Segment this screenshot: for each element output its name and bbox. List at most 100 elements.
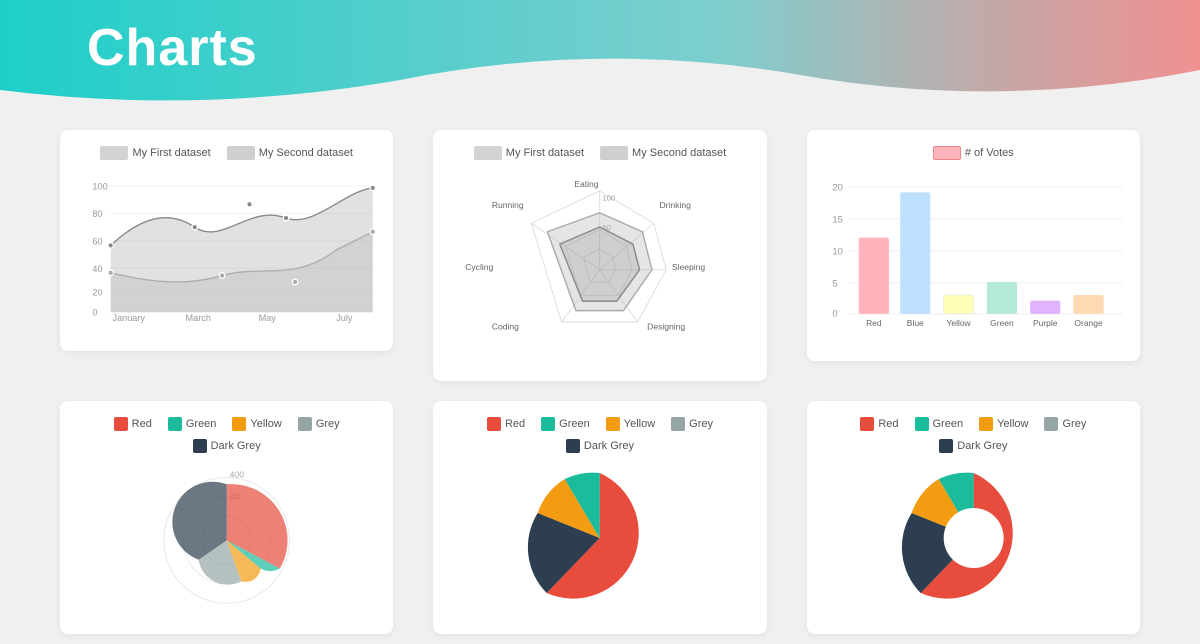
top-charts-row: My First dataset My Second dataset 100 8…: [60, 130, 1140, 381]
svg-text:Cycling: Cycling: [466, 262, 494, 272]
svg-text:July: July: [336, 313, 353, 323]
bar-chart-svg: 20 15 10 5 0 Red Blue Yello: [823, 170, 1124, 340]
pie-dot-grey: [671, 417, 685, 431]
radar-legend-label-2: My Second dataset: [632, 147, 726, 159]
bar-chart-legend: # of Votes: [823, 146, 1124, 160]
donut-label-grey: Grey: [1062, 418, 1086, 430]
polar-legend-yellow: Yellow: [232, 417, 281, 431]
polar-dot-yellow: [232, 417, 246, 431]
svg-text:Blue: Blue: [906, 318, 923, 328]
pie-legend-grey: Grey: [671, 417, 713, 431]
svg-text:0: 0: [92, 308, 97, 318]
donut-chart-svg: [823, 463, 1124, 613]
pie-chart-container: Red Green Yellow Grey Dark Grey: [433, 401, 766, 634]
svg-text:Purple: Purple: [1033, 318, 1058, 328]
polar-dot-darkgrey: [193, 439, 207, 453]
svg-text:Sleeping: Sleeping: [672, 262, 706, 272]
donut-dot-red: [860, 417, 874, 431]
svg-text:20: 20: [92, 288, 102, 298]
polar-dot-red: [114, 417, 128, 431]
svg-text:80: 80: [92, 209, 102, 219]
bar-legend-color: [933, 146, 961, 160]
pie-legend-green: Green: [541, 417, 590, 431]
svg-text:March: March: [186, 313, 211, 323]
donut-legend-yellow: Yellow: [979, 417, 1028, 431]
pie-dot-red: [487, 417, 501, 431]
polar-label-red: Red: [132, 418, 152, 430]
polar-chart-container: Red Green Yellow Grey Dark Grey: [60, 401, 393, 634]
bar-chart-container: # of Votes 20 15 10 5 0 Red: [807, 130, 1140, 361]
donut-legend-darkgrey: Dark Grey: [823, 439, 1124, 453]
donut-label-yellow: Yellow: [997, 418, 1028, 430]
svg-text:15: 15: [832, 214, 842, 225]
legend-item-dataset1: My First dataset: [100, 146, 210, 160]
svg-text:May: May: [259, 313, 277, 323]
bar-legend-label: # of Votes: [965, 147, 1014, 159]
donut-dot-yellow: [979, 417, 993, 431]
polar-legend-red: Red: [114, 417, 152, 431]
radar-legend-item-2: My Second dataset: [600, 146, 726, 160]
svg-text:Drinking: Drinking: [660, 200, 692, 210]
donut-dot-green: [915, 417, 929, 431]
pie-label-yellow: Yellow: [624, 418, 655, 430]
polar-legend-green: Green: [168, 417, 217, 431]
svg-text:Running: Running: [492, 200, 524, 210]
svg-text:400: 400: [230, 470, 245, 480]
donut-legend-green: Green: [915, 417, 964, 431]
svg-text:Designing: Designing: [647, 322, 685, 332]
donut-dot-grey: [1044, 417, 1058, 431]
polar-chart-svg: 400 20: [76, 463, 377, 613]
svg-text:100: 100: [603, 193, 616, 202]
svg-text:10: 10: [832, 246, 842, 257]
polar-legend-grey: Grey: [298, 417, 340, 431]
radar-legend-item-1: My First dataset: [474, 146, 584, 160]
pie-label-green: Green: [559, 418, 590, 430]
pie-label-red: Red: [505, 418, 525, 430]
radar-chart-container: My First dataset My Second dataset Eatin…: [433, 130, 766, 381]
legend-item-dataset2: My Second dataset: [227, 146, 353, 160]
donut-label-darkgrey: Dark Grey: [957, 440, 1007, 452]
pie-legend-darkgrey: Dark Grey: [449, 439, 750, 453]
svg-text:60: 60: [92, 237, 102, 247]
svg-text:0: 0: [832, 308, 837, 319]
radar-legend-color-2: [600, 146, 628, 160]
polar-legend-darkgrey: Dark Grey: [76, 439, 377, 453]
bar-legend-item-votes: # of Votes: [933, 146, 1014, 160]
polar-dot-green: [168, 417, 182, 431]
line-chart-legend: My First dataset My Second dataset: [76, 146, 377, 160]
svg-text:Coding: Coding: [492, 322, 519, 332]
polar-label-darkgrey: Dark Grey: [211, 440, 261, 452]
pie-legend: Red Green Yellow Grey Dark Grey: [449, 417, 750, 453]
radar-legend-color-1: [474, 146, 502, 160]
pie-dot-yellow: [606, 417, 620, 431]
pie-chart-svg: [449, 463, 750, 613]
page-title: Charts: [87, 18, 258, 78]
polar-label-green: Green: [186, 418, 217, 430]
svg-text:100: 100: [92, 182, 107, 192]
radar-chart-legend: My First dataset My Second dataset: [449, 146, 750, 160]
radar-chart-svg: Eating Drinking Sleeping Designing Codin…: [449, 170, 750, 360]
legend-label-1: My First dataset: [132, 147, 210, 159]
line-chart-container: My First dataset My Second dataset 100 8…: [60, 130, 393, 351]
svg-text:Yellow: Yellow: [946, 318, 971, 328]
pie-label-grey: Grey: [689, 418, 713, 430]
pie-dot-green: [541, 417, 555, 431]
svg-text:Eating: Eating: [575, 179, 599, 189]
legend-label-2: My Second dataset: [259, 147, 353, 159]
donut-dot-darkgrey: [939, 439, 953, 453]
pie-dot-darkgrey: [566, 439, 580, 453]
svg-text:Red: Red: [866, 318, 882, 328]
polar-dot-grey: [298, 417, 312, 431]
legend-color-1: [100, 146, 128, 160]
polar-label-grey: Grey: [316, 418, 340, 430]
pie-label-darkgrey: Dark Grey: [584, 440, 634, 452]
polar-legend: Red Green Yellow Grey Dark Grey: [76, 417, 377, 453]
radar-legend-label-1: My First dataset: [506, 147, 584, 159]
line-chart-svg: 100 80 60 40 20 0 January March May July: [76, 170, 377, 330]
donut-legend: Red Green Yellow Grey Dark Grey: [823, 417, 1124, 453]
bottom-charts-row: Red Green Yellow Grey Dark Grey: [60, 401, 1140, 634]
svg-text:40: 40: [92, 264, 102, 274]
donut-label-red: Red: [878, 418, 898, 430]
svg-text:20: 20: [832, 181, 842, 192]
svg-text:Orange: Orange: [1074, 318, 1103, 328]
